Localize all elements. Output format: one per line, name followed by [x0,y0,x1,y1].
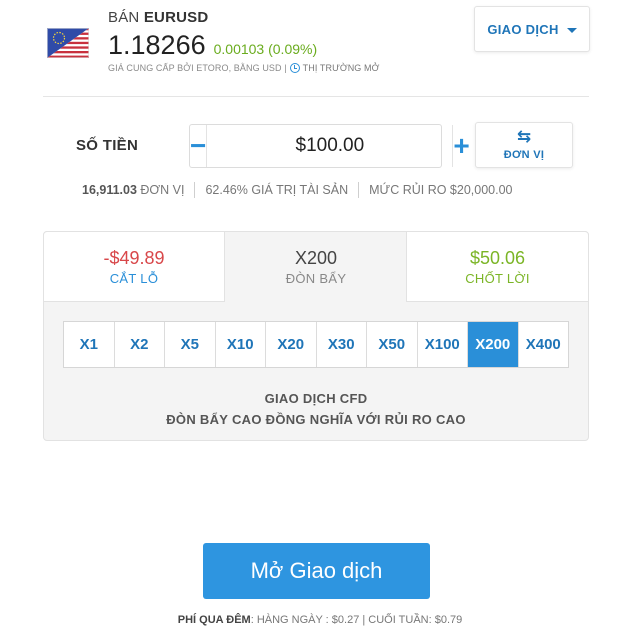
price-provider: GIÁ CUNG CẤP BỞI ETORO, BẰNG USD | THỊ T… [108,63,379,73]
cfd-risk-warning: ĐÒN BẨY CAO ĐỒNG NGHĨA VỚI RỦI RO CAO [166,412,466,427]
take-profit-value: $50.06 [469,247,526,268]
leverage-option-x20[interactable]: X20 [266,322,317,367]
trade-type-dropdown[interactable]: GIAO DỊCH [474,6,590,52]
tab-leverage[interactable]: X200 ĐÒN BẨY [225,231,407,302]
header-divider [43,96,589,97]
position-stats: 16,911.03 ĐƠN VỊ 62.46% GIÁ TRỊ TÀI SẢN … [82,182,513,198]
trade-type-label: GIAO DỊCH [487,21,559,37]
units-value: 16,911.03 [82,183,137,197]
stats-separator [358,182,360,198]
stop-loss-label: CẮT LỖ [109,270,159,286]
leverage-option-x30[interactable]: X30 [317,322,367,367]
stats-separator [194,182,196,198]
leverage-option-x400[interactable]: X400 [519,322,569,367]
swap-icon: ⇆ [516,127,532,146]
decrease-amount-button[interactable]: − [190,125,208,167]
clock-icon [289,63,300,73]
leverage-label: ĐÒN BẨY [285,271,347,286]
action-label: BÁN [108,9,140,26]
leverage-value: X200 [294,248,338,268]
amount-label: SỐ TIỀN [76,137,139,154]
market-status: THỊ TRƯỜNG MỞ [302,63,380,73]
leverage-option-x1[interactable]: X1 [64,322,115,367]
units-toggle-button[interactable]: ⇆ ĐƠN VỊ [475,122,573,168]
cfd-notice-title: GIAO DỊCH CFD [264,391,368,406]
eu-us-flag-icon [47,28,89,58]
current-price: 1.18266 [108,30,206,60]
price-change: 0.00103 (0.09%) [213,41,318,57]
take-profit-label: CHỐT LỜI [465,270,530,286]
leverage-option-x5[interactable]: X5 [165,322,216,367]
increase-amount-button[interactable]: + [452,125,470,167]
overnight-fees: PHÍ QUA ĐÊM: HÀNG NGÀY : $0.27 | CUỐI TU… [0,614,640,626]
amount-stepper: − + [189,124,470,168]
chevron-down-icon [566,27,577,33]
open-trade-button[interactable]: Mở Giao dịch [203,543,430,599]
stop-loss-value: -$49.89 [103,247,165,268]
units-text: ĐƠN VỊ [140,183,185,197]
amount-input[interactable] [207,125,453,167]
price-row: 1.18266 0.00103 (0.09%) [108,30,317,61]
provider-text: GIÁ CUNG CẤP BỞI ETORO, BẰNG USD | [108,63,287,73]
instrument-name: EURUSD [143,9,209,26]
equity-percent: 62.46% GIÁ TRỊ TÀI SẢN [205,183,349,197]
trade-direction: BÁN EURUSD [108,9,208,26]
leverage-option-x10[interactable]: X10 [216,322,266,367]
leverage-option-x2[interactable]: X2 [115,322,165,367]
leverage-option-x50[interactable]: X50 [367,322,418,367]
leverage-option-x200[interactable]: X200 [468,322,519,367]
risk-exposure: MỨC RỦI RO $20,000.00 [369,183,513,197]
leverage-option-x100[interactable]: X100 [418,322,468,367]
units-label: ĐƠN VỊ [503,149,545,161]
tab-take-profit[interactable]: $50.06 CHỐT LỜI [406,231,589,302]
overnight-fees-text: : HÀNG NGÀY : $0.27 | CUỐI TUẦN: $0.79 [250,614,463,626]
leverage-options: X1 X2 X5 X10 X20 X30 X50 X100 X200 X400 [63,321,569,368]
tab-stop-loss[interactable]: -$49.89 CẮT LỖ [43,231,225,302]
overnight-fees-label: PHÍ QUA ĐÊM [177,614,251,626]
